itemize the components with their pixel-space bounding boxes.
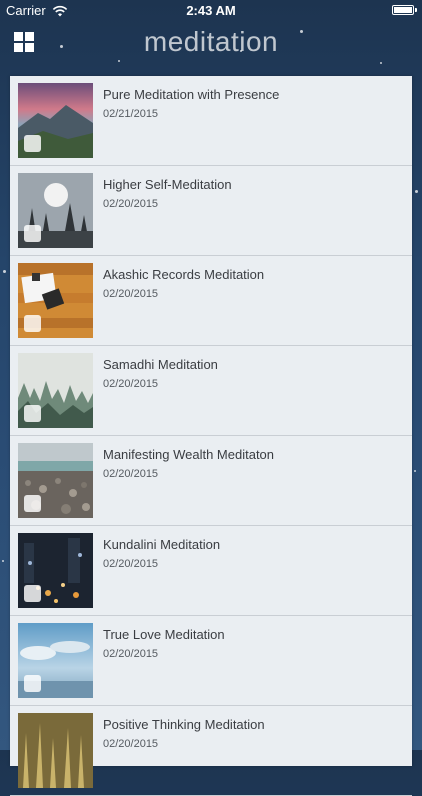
microphone-icon — [24, 675, 41, 692]
microphone-icon — [24, 225, 41, 242]
list-item[interactable]: Positive Thinking Meditation 02/20/2015 — [10, 706, 412, 796]
microphone-icon — [24, 405, 41, 422]
thumbnail-misty-forest-sun — [18, 173, 93, 248]
item-title: Samadhi Meditation — [103, 357, 218, 372]
status-bar: Carrier 2:43 AM — [0, 0, 422, 22]
list-item[interactable]: Pure Meditation with Presence 02/21/2015 — [10, 76, 412, 166]
item-title: True Love Meditation — [103, 627, 225, 642]
thumbnail-pebble-beach — [18, 443, 93, 518]
app-title: meditation — [143, 26, 279, 57]
item-date: 02/20/2015 — [103, 558, 159, 570]
item-date: 02/20/2015 — [103, 288, 159, 300]
item-title: Higher Self-Meditation — [103, 177, 232, 192]
item-date: 02/20/2015 — [103, 378, 159, 390]
item-date: 02/21/2015 — [103, 108, 159, 120]
microphone-icon — [24, 135, 41, 152]
list-item[interactable]: Manifesting Wealth Meditaton 02/20/2015 — [10, 436, 412, 526]
battery-icon — [392, 5, 417, 15]
snow-particle — [415, 190, 418, 193]
item-date: 02/20/2015 — [103, 738, 159, 750]
list-item[interactable]: Akashic Records Meditation 02/20/2015 — [10, 256, 412, 346]
microphone-icon — [24, 495, 41, 512]
snow-particle — [3, 270, 6, 273]
thumbnail-open-book-wood — [18, 263, 93, 338]
microphone-icon — [24, 585, 41, 602]
thumbnail-foggy-pine-trees — [18, 353, 93, 428]
snow-particle — [414, 470, 416, 472]
microphone-icon — [24, 315, 41, 332]
list-item[interactable]: True Love Meditation 02/20/2015 — [10, 616, 412, 706]
list-item[interactable]: Kundalini Meditation 02/20/2015 — [10, 526, 412, 616]
list-item[interactable]: Samadhi Meditation 02/20/2015 — [10, 346, 412, 436]
item-title: Positive Thinking Meditation — [103, 717, 265, 732]
item-title: Kundalini Meditation — [103, 537, 221, 552]
item-date: 02/20/2015 — [103, 648, 159, 660]
item-date: 02/20/2015 — [103, 468, 159, 480]
thumbnail-sunlit-grass — [18, 713, 93, 788]
item-title: Pure Meditation with Presence — [103, 87, 280, 102]
item-date: 02/20/2015 — [103, 198, 159, 210]
item-title: Manifesting Wealth Meditaton — [103, 447, 275, 462]
battery-level — [394, 7, 412, 13]
thumbnail-mountain-sunset — [18, 83, 93, 158]
list-item[interactable]: Higher Self-Meditation 02/20/2015 — [10, 166, 412, 256]
app-header: meditation — [0, 22, 422, 70]
item-title: Akashic Records Meditation — [103, 267, 265, 282]
snow-particle — [2, 560, 4, 562]
thumbnail-cloudy-sea-sky — [18, 623, 93, 698]
meditation-list[interactable]: Pure Meditation with Presence 02/21/2015… — [10, 76, 412, 796]
status-time: 2:43 AM — [186, 3, 236, 18]
thumbnail-city-lights-night — [18, 533, 93, 608]
